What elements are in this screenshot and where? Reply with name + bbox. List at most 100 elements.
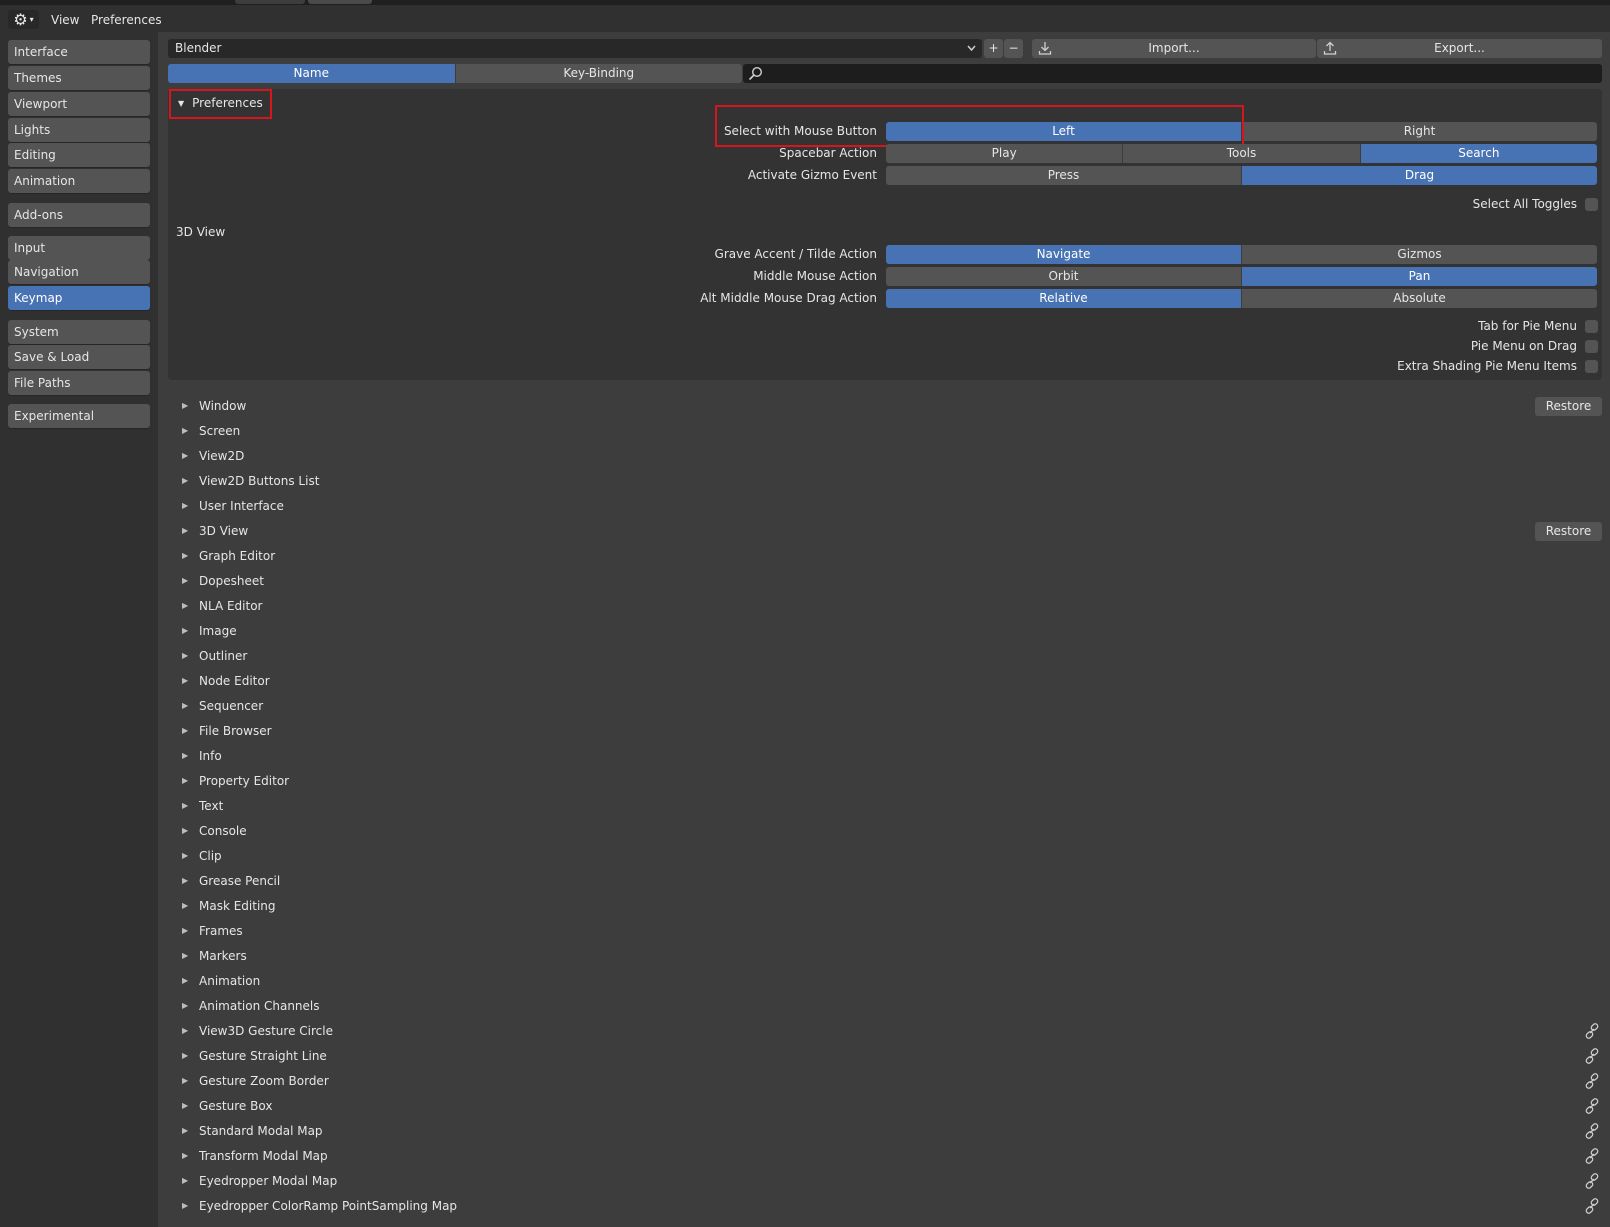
- section-3d-view: 3D View: [176, 225, 226, 239]
- import-button[interactable]: Import...: [1032, 39, 1316, 58]
- gizmo-event-drag[interactable]: Drag: [1242, 166, 1597, 185]
- alt-mmb-toggle: Relative Absolute: [886, 289, 1597, 308]
- keymap-list-item[interactable]: ▶ NLA Editor: [182, 596, 262, 616]
- link-icon[interactable]: [1584, 1123, 1600, 1139]
- spacebar-play[interactable]: Play: [886, 144, 1124, 163]
- editor-type-button[interactable]: ⚙ ▾: [8, 10, 39, 29]
- sidebar-item-add-ons[interactable]: Add-ons: [8, 203, 150, 227]
- sidebar-item-system[interactable]: System: [8, 320, 150, 344]
- keymap-list-item[interactable]: ▶ Text: [182, 796, 223, 816]
- grave-accent-gizmos[interactable]: Gizmos: [1242, 245, 1597, 264]
- sidebar-item-keymap[interactable]: Keymap: [8, 286, 150, 310]
- select-all-toggles-row[interactable]: Select All Toggles: [1473, 197, 1598, 211]
- workspace-tab-active[interactable]: [308, 0, 372, 4]
- sidebar-item-interface[interactable]: Interface: [8, 40, 150, 64]
- link-icon[interactable]: [1584, 1173, 1600, 1189]
- middle-mouse-orbit[interactable]: Orbit: [886, 267, 1242, 286]
- sidebar-item-animation[interactable]: Animation: [8, 169, 150, 193]
- keymap-list-item[interactable]: ▶ Image: [182, 621, 237, 641]
- menu-preferences[interactable]: Preferences: [91, 13, 162, 27]
- tab-pie-row[interactable]: Tab for Pie Menu: [1478, 319, 1598, 333]
- keymap-list-item-label: File Browser: [199, 724, 272, 738]
- link-icon[interactable]: [1584, 1023, 1600, 1039]
- keymap-list-item[interactable]: ▶ Sequencer: [182, 696, 263, 716]
- export-button[interactable]: Export...: [1317, 39, 1602, 58]
- keymap-list-item[interactable]: ▶ Animation Channels: [182, 996, 320, 1016]
- keymap-list-item[interactable]: ▶ View2D Buttons List: [182, 471, 319, 491]
- link-icon[interactable]: [1584, 1098, 1600, 1114]
- keymap-list-item[interactable]: ▶ File Browser: [182, 721, 272, 741]
- keymap-list-item[interactable]: ▶ Eyedropper Modal Map: [182, 1171, 337, 1191]
- spacebar-tools[interactable]: Tools: [1123, 144, 1361, 163]
- filter-key-binding-tab[interactable]: Key-Binding: [455, 64, 742, 83]
- keymap-list-item[interactable]: ▶ 3D View: [182, 521, 248, 541]
- keymap-list-item[interactable]: ▶ Transform Modal Map: [182, 1146, 328, 1166]
- keymap-list-item[interactable]: ▶ Gesture Straight Line: [182, 1046, 327, 1066]
- link-icon[interactable]: [1584, 1198, 1600, 1214]
- sidebar-item-input[interactable]: Input: [8, 236, 150, 260]
- link-icon[interactable]: [1584, 1048, 1600, 1064]
- sidebar-item-file-paths[interactable]: File Paths: [8, 371, 150, 395]
- gizmo-event-press[interactable]: Press: [886, 166, 1242, 185]
- add-preset-button[interactable]: +: [984, 39, 1003, 58]
- keymap-preset-dropdown[interactable]: Blender: [168, 39, 982, 58]
- middle-mouse-pan[interactable]: Pan: [1242, 267, 1597, 286]
- tab-pie-checkbox[interactable]: [1585, 319, 1598, 333]
- spacebar-search[interactable]: Search: [1360, 144, 1597, 163]
- keymap-list-item[interactable]: ▶ Outliner: [182, 646, 247, 666]
- keymap-list-item[interactable]: ▶ Graph Editor: [182, 546, 275, 566]
- keymap-list-item-label: Gesture Zoom Border: [199, 1074, 329, 1088]
- keymap-list-item[interactable]: ▶ Eyedropper ColorRamp PointSampling Map: [182, 1196, 457, 1216]
- keymap-list-item[interactable]: ▶ Console: [182, 821, 247, 841]
- select-mouse-right[interactable]: Right: [1242, 122, 1597, 141]
- sidebar-item-navigation[interactable]: Navigation: [8, 260, 150, 284]
- keymap-list-item-label: Grease Pencil: [199, 874, 281, 888]
- extra-shading-checkbox[interactable]: [1585, 359, 1598, 373]
- keymap-list-item[interactable]: ▶ Info: [182, 746, 222, 766]
- link-icon[interactable]: [1584, 1148, 1600, 1164]
- restore-button[interactable]: Restore: [1535, 522, 1602, 541]
- keymap-list-item[interactable]: ▶ Animation: [182, 971, 260, 991]
- pie-drag-row[interactable]: Pie Menu on Drag: [1471, 339, 1598, 353]
- select-all-toggles-checkbox[interactable]: [1585, 197, 1598, 211]
- keymap-list-item[interactable]: ▶ User Interface: [182, 496, 284, 516]
- menu-view[interactable]: View: [51, 13, 79, 27]
- keymap-list-item[interactable]: ▶ Grease Pencil: [182, 871, 280, 891]
- sidebar-item-editing[interactable]: Editing: [8, 143, 150, 167]
- keymap-list-item[interactable]: ▶ Gesture Zoom Border: [182, 1071, 329, 1091]
- grave-accent-navigate[interactable]: Navigate: [886, 245, 1242, 264]
- extra-shading-row[interactable]: Extra Shading Pie Menu Items: [1397, 359, 1598, 373]
- link-icon[interactable]: [1584, 1073, 1600, 1089]
- remove-preset-button[interactable]: −: [1004, 39, 1023, 58]
- keymap-list-item[interactable]: ▶ Mask Editing: [182, 896, 276, 916]
- alt-mmb-absolute[interactable]: Absolute: [1242, 289, 1597, 308]
- disclosure-open-icon: ▼: [178, 99, 185, 108]
- keymap-list-item[interactable]: ▶ Screen: [182, 421, 240, 441]
- keymap-list-item[interactable]: ▶ Standard Modal Map: [182, 1121, 323, 1141]
- keymap-search-input[interactable]: [743, 64, 1602, 83]
- keymap-list-item[interactable]: ▶ Property Editor: [182, 771, 289, 791]
- workspace-tab[interactable]: [235, 0, 305, 4]
- keymap-list-item[interactable]: ▶ Markers: [182, 946, 247, 966]
- keymap-list-item[interactable]: ▶ Node Editor: [182, 671, 270, 691]
- keymap-list-item[interactable]: ▶ Clip: [182, 846, 222, 866]
- keymap-list-item[interactable]: ▶ Dopesheet: [182, 571, 264, 591]
- preferences-panel-header[interactable]: ▼ Preferences: [178, 96, 263, 110]
- sidebar-item-experimental[interactable]: Experimental: [8, 404, 150, 428]
- filter-name-tab[interactable]: Name: [168, 64, 456, 83]
- select-mouse-left[interactable]: Left: [886, 122, 1242, 141]
- keymap-list-item[interactable]: ▶ Frames: [182, 921, 243, 941]
- restore-button[interactable]: Restore: [1535, 397, 1602, 416]
- keymap-list-item[interactable]: ▶ Gesture Box: [182, 1096, 272, 1116]
- sidebar-item-save-load[interactable]: Save & Load: [8, 345, 150, 369]
- disclosure-closed-icon: ▶: [182, 1076, 189, 1085]
- sidebar-item-viewport[interactable]: Viewport: [8, 92, 150, 116]
- keymap-list-item-label: Eyedropper Modal Map: [199, 1174, 338, 1188]
- pie-drag-checkbox[interactable]: [1585, 339, 1598, 353]
- sidebar-item-themes[interactable]: Themes: [8, 66, 150, 90]
- keymap-list-item[interactable]: ▶ View3D Gesture Circle: [182, 1021, 333, 1041]
- keymap-list-item[interactable]: ▶ Window: [182, 396, 246, 416]
- keymap-list-item[interactable]: ▶ View2D: [182, 446, 244, 466]
- alt-mmb-relative[interactable]: Relative: [886, 289, 1242, 308]
- sidebar-item-lights[interactable]: Lights: [8, 118, 150, 142]
